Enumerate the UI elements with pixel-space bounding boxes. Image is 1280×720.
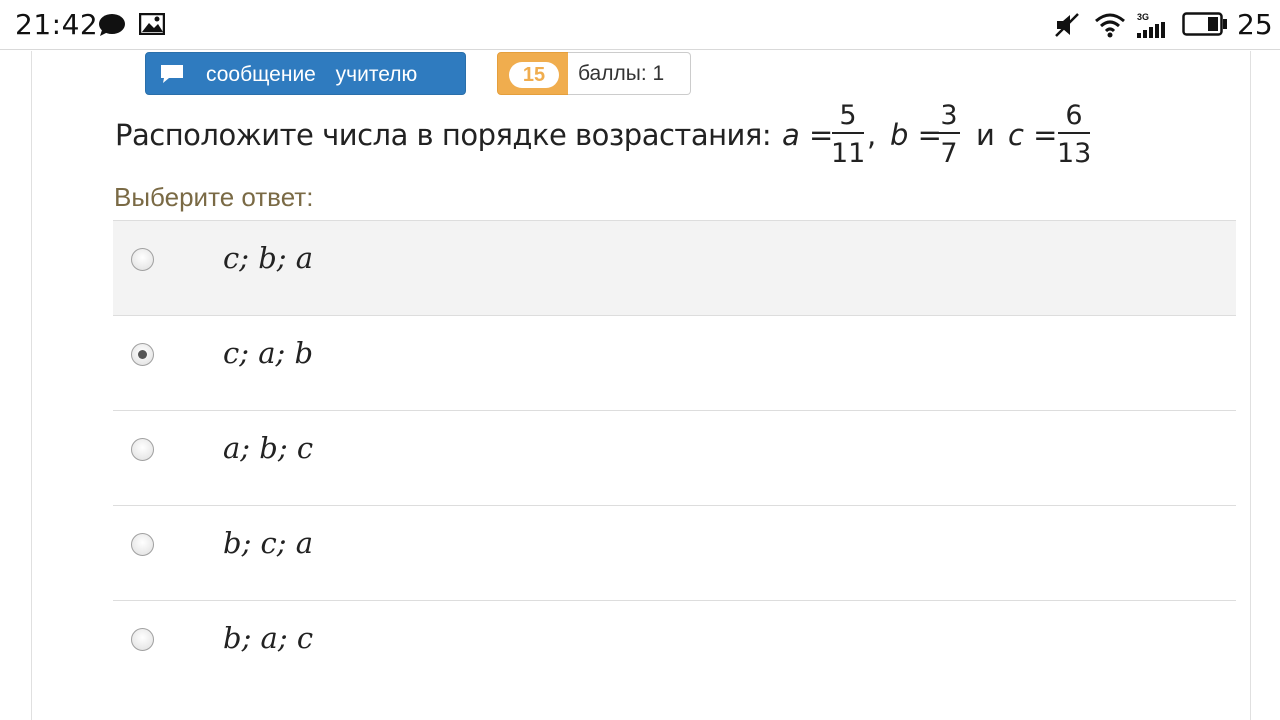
var-c: c = [1008, 118, 1058, 152]
battery-icon [1182, 12, 1227, 36]
var-b: b = [890, 118, 942, 152]
content-border-left [31, 51, 32, 720]
answer-option[interactable]: a; b; c [113, 410, 1236, 505]
fraction-c: 6 13 [1057, 100, 1091, 170]
option-label: a; b; c [223, 431, 314, 465]
fraction-a-numerator: 5 [839, 100, 857, 131]
option-label: c; b; a [223, 241, 314, 275]
option-label: c; a; b [223, 336, 314, 370]
answer-option[interactable]: c; b; a [113, 220, 1236, 315]
battery-level: 25 [1237, 8, 1273, 41]
var-a: a = [782, 118, 834, 152]
answer-option[interactable]: b; a; c [113, 600, 1236, 695]
comma: , [867, 118, 877, 152]
score-indicator: 15 баллы: 1 [497, 52, 691, 95]
radio-button-selected[interactable] [131, 343, 154, 366]
conjunction: и [976, 118, 995, 152]
score-text: баллы: 1 [568, 52, 691, 95]
score-badge-box: 15 [497, 52, 569, 95]
fraction-c-denominator: 13 [1057, 138, 1092, 169]
status-bar: 21:42 3G 25 [0, 0, 1280, 50]
option-label: b; c; a [223, 526, 314, 560]
message-teacher-button[interactable]: сообщение учителю [145, 52, 466, 95]
fraction-b: 3 7 [937, 100, 961, 170]
mute-icon [1055, 13, 1079, 37]
chat-bubble-icon [99, 14, 125, 36]
signal-icon [1137, 22, 1165, 38]
status-time: 21:42 [15, 8, 99, 41]
radio-button[interactable] [131, 248, 154, 271]
score-badge: 15 [509, 62, 559, 88]
fraction-b-denominator: 7 [940, 138, 958, 169]
question-text: Расположите числа в порядке возрастания: [115, 118, 772, 152]
fraction-c-numerator: 6 [1065, 100, 1083, 131]
content-border-right [1250, 51, 1251, 720]
question: Расположите числа в порядке возрастания:… [115, 100, 1115, 180]
answer-options: c; b; a c; a; b a; b; c b; c; a b; a; c [113, 220, 1236, 695]
option-label: b; a; c [223, 621, 314, 655]
fraction-a-denominator: 11 [831, 138, 866, 169]
fraction-b-numerator: 3 [940, 100, 958, 131]
radio-button[interactable] [131, 628, 154, 651]
radio-button[interactable] [131, 438, 154, 461]
wifi-icon [1095, 13, 1125, 38]
message-teacher-label: сообщение учителю [206, 63, 418, 86]
fraction-a: 5 11 [831, 100, 865, 170]
answer-option[interactable]: b; c; a [113, 505, 1236, 600]
answer-prompt: Выберите ответ: [114, 182, 314, 212]
image-icon [139, 13, 165, 35]
chat-bubble-icon [161, 65, 183, 83]
network-type: 3G [1137, 12, 1150, 22]
radio-button[interactable] [131, 533, 154, 556]
answer-option[interactable]: c; a; b [113, 315, 1236, 410]
